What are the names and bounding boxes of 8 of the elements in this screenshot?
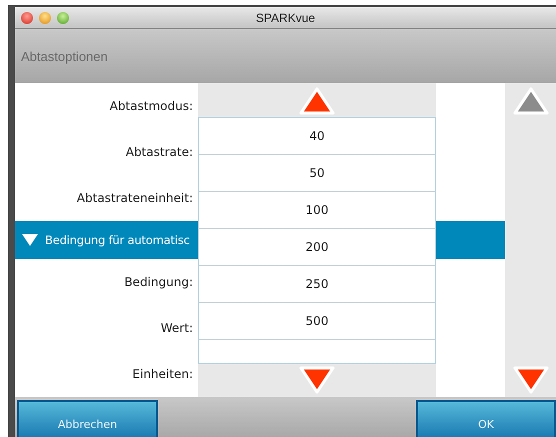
- field-label: Einheiten:: [132, 367, 193, 381]
- field-label: Wert:: [160, 321, 193, 335]
- field-label: Abtastrateneinheit:: [76, 191, 193, 205]
- field-label: Abtastrate:: [126, 145, 193, 159]
- field-label: Bedingung:: [124, 275, 193, 289]
- window-title: SPARKvue: [254, 10, 316, 24]
- field-label: Abtastmodus:: [110, 99, 193, 113]
- dialog-title: Abtastoptionen: [21, 48, 108, 64]
